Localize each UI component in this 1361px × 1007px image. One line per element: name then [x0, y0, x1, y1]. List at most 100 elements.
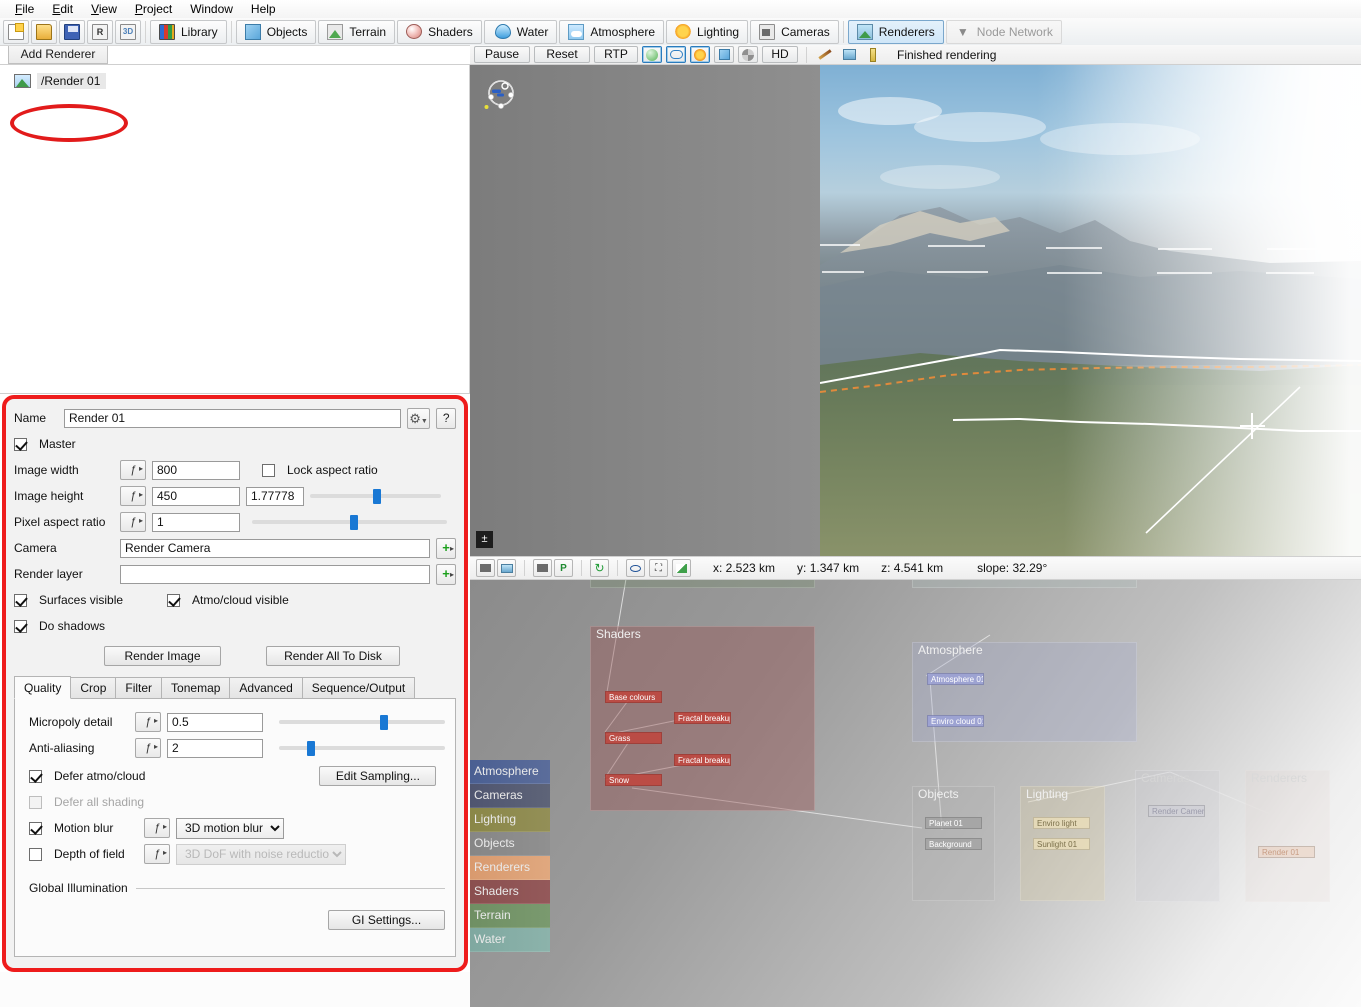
render-view-button[interactable]	[497, 559, 516, 577]
cameras-button[interactable]: Cameras	[750, 19, 839, 44]
name-input[interactable]	[64, 408, 401, 428]
pause-button[interactable]: Pause	[474, 46, 530, 63]
rtp-button[interactable]: RTP	[594, 46, 638, 63]
antialiasing-function-button[interactable]: ƒ	[135, 738, 161, 758]
water-button[interactable]: Water	[483, 19, 558, 44]
edit-sampling-button[interactable]: Edit Sampling...	[319, 766, 437, 786]
depth-of-field-function-button[interactable]: ƒ	[144, 844, 170, 864]
node-group-atmosphere[interactable]: Atmosphere Atmosphere 01 Enviro cloud 01	[912, 642, 1137, 742]
curve-button[interactable]	[672, 559, 691, 577]
node-group-water[interactable]	[912, 580, 1137, 588]
node-sunlight-01[interactable]: Sunlight 01	[1033, 838, 1090, 850]
compass-widget-icon[interactable]	[484, 77, 518, 111]
node-group-shaders[interactable]: Shaders Base colours Fractal breakup Gra…	[590, 626, 815, 811]
render-image-button[interactable]: Render Image	[104, 646, 221, 666]
render-all-to-disk-button[interactable]: Render All To Disk	[266, 646, 400, 666]
category-cameras[interactable]: Cameras	[470, 784, 550, 808]
image-height-function-button[interactable]: ƒ	[120, 486, 146, 506]
hd-button[interactable]: HD	[762, 46, 798, 63]
menu-item-edit[interactable]: Edit	[43, 1, 82, 17]
objects-button[interactable]: Objects	[235, 19, 317, 44]
node-base-colours[interactable]: Base colours	[605, 691, 662, 703]
tab-quality[interactable]: Quality	[14, 676, 72, 699]
atmo-cloud-visible-checkbox[interactable]	[167, 593, 181, 607]
defer-atmo-checkbox[interactable]	[29, 769, 42, 783]
menu-item-window[interactable]: Window	[181, 1, 242, 17]
renderer-tree[interactable]: /Render 01	[0, 64, 470, 394]
node-enviro-light[interactable]: Enviro light	[1033, 817, 1090, 829]
node-enviro-cloud-01[interactable]: Enviro cloud 01	[927, 715, 984, 727]
new-file-button[interactable]	[3, 19, 29, 44]
gear-icon[interactable]: ⚙▼	[406, 407, 431, 429]
node-fractal-breakup-2[interactable]: Fractal breakup	[674, 754, 731, 766]
ruler-tool-button[interactable]	[863, 46, 883, 63]
tab-filter[interactable]: Filter	[115, 677, 163, 698]
help-icon[interactable]: ?	[436, 407, 456, 429]
antialiasing-slider[interactable]	[279, 740, 445, 756]
reset-button[interactable]: Reset	[534, 46, 590, 63]
node-group-cameras[interactable]: Cameras Render Camera	[1135, 770, 1220, 902]
node-group-lighting[interactable]: Lighting Enviro light Sunlight 01	[1020, 786, 1105, 901]
fit-button[interactable]: ⛶	[649, 559, 668, 577]
render-layer-input[interactable]	[120, 564, 431, 584]
camera-input[interactable]	[120, 538, 431, 558]
three-d-button[interactable]: 3D	[115, 19, 141, 44]
tab-tonemap[interactable]: Tonemap	[161, 677, 231, 698]
node-fractal-breakup-1[interactable]: Fractal breakup	[674, 712, 731, 724]
terrain-button[interactable]: Terrain	[318, 19, 396, 44]
pixel-aspect-slider[interactable]	[252, 514, 447, 530]
renderers-button[interactable]: Renderers	[847, 19, 944, 44]
category-shaders[interactable]: Shaders	[470, 880, 550, 904]
camera-persp-button[interactable]	[533, 559, 552, 577]
image-height-input[interactable]	[152, 486, 240, 506]
node-grass[interactable]: Grass	[605, 732, 662, 744]
aspect-ratio-input[interactable]	[246, 486, 304, 506]
paint-tool-button[interactable]	[815, 46, 835, 63]
lighting-toggle[interactable]	[690, 46, 710, 63]
micropoly-function-button[interactable]: ƒ	[135, 712, 161, 732]
menu-item-project[interactable]: Project	[126, 1, 181, 17]
pixel-aspect-function-button[interactable]: ƒ	[120, 512, 146, 532]
aspect-ratio-slider[interactable]	[310, 488, 441, 504]
category-lighting[interactable]: Lighting	[470, 808, 550, 832]
node-atmosphere-01[interactable]: Atmosphere 01	[927, 673, 984, 685]
node-snow[interactable]: Snow	[605, 774, 662, 786]
pixel-aspect-input[interactable]	[152, 512, 240, 532]
image-width-input[interactable]	[152, 460, 240, 480]
antialiasing-input[interactable]	[167, 738, 263, 758]
category-water[interactable]: Water	[470, 928, 550, 952]
master-checkbox[interactable]	[14, 437, 27, 451]
open-file-button[interactable]	[31, 19, 57, 44]
render-view[interactable]: ±	[470, 65, 1361, 556]
lighting-button[interactable]: Lighting	[666, 19, 749, 44]
add-render-layer-button[interactable]: +	[436, 563, 456, 585]
micropoly-slider[interactable]	[279, 714, 445, 730]
library-button[interactable]: Library	[150, 19, 227, 44]
layers-tool-button[interactable]	[839, 46, 859, 63]
add-camera-button[interactable]: +	[436, 537, 456, 559]
tab-sequence-output[interactable]: Sequence/Output	[301, 677, 416, 698]
node-planet-01[interactable]: Planet 01	[925, 817, 982, 829]
image-width-function-button[interactable]: ƒ	[120, 460, 146, 480]
slider-knob[interactable]	[380, 715, 389, 730]
depth-of-field-select[interactable]: 3D DoF with noise reduction	[176, 843, 346, 865]
camera-view-button[interactable]	[476, 559, 495, 577]
projection-button[interactable]: P	[554, 559, 573, 577]
slider-knob[interactable]	[349, 515, 358, 530]
surfaces-visible-checkbox[interactable]	[14, 593, 27, 607]
category-objects[interactable]: Objects	[470, 832, 550, 856]
objects-toggle[interactable]	[714, 46, 734, 63]
node-render-camera[interactable]: Render Camera	[1148, 805, 1205, 817]
surfaces-toggle[interactable]	[642, 46, 662, 63]
defer-all-shading-checkbox[interactable]	[29, 795, 42, 809]
exposure-adjust-icon[interactable]: ±	[476, 531, 493, 548]
category-renderers[interactable]: Renderers	[470, 856, 550, 880]
motion-blur-select[interactable]: 3D motion blur	[176, 817, 284, 839]
tab-advanced[interactable]: Advanced	[229, 677, 303, 698]
tree-item-render01[interactable]: /Render 01	[0, 71, 469, 91]
eye-button[interactable]	[626, 559, 645, 577]
node-group-terrain[interactable]	[590, 580, 815, 588]
menu-item-help[interactable]: Help	[242, 1, 285, 17]
menu-item-view[interactable]: View	[82, 1, 126, 17]
node-group-objects[interactable]: Objects Planet 01 Background	[912, 786, 995, 901]
